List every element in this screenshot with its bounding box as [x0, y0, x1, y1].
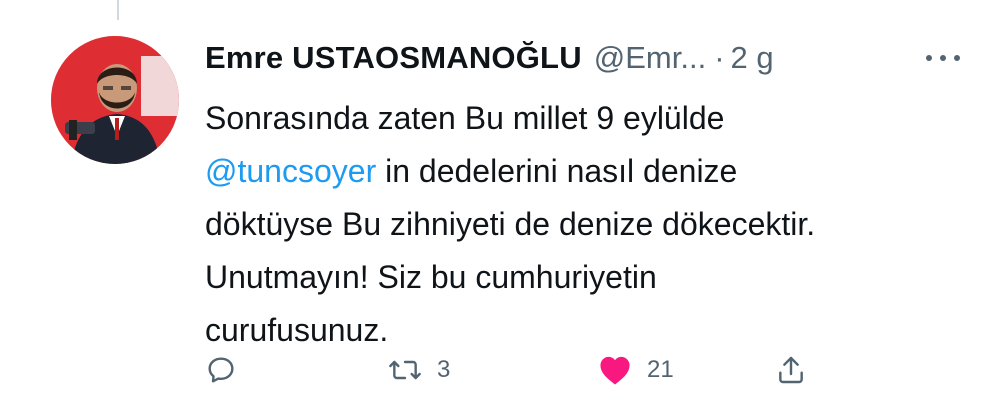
like-count: 21 [647, 356, 674, 383]
timestamp[interactable]: 2 g [731, 40, 774, 76]
thread-connector-line [117, 0, 119, 20]
more-dot-icon [954, 55, 960, 61]
tweet-actions: 3 21 [205, 350, 825, 390]
share-icon [779, 356, 803, 384]
more-dot-icon [926, 55, 932, 61]
heart-filled-icon [600, 356, 630, 385]
like-button[interactable]: 21 [597, 350, 674, 390]
tweet-text-line: Unutmayın! Siz bu cumhuriyetin [205, 259, 657, 295]
tweet-header: Emre USTAOSMANOĞLU @Emr... · 2 g [205, 38, 960, 78]
more-dot-icon [940, 55, 946, 61]
tweet-text-line: döktüyse Bu zihniyeti de denize dökecekt… [205, 206, 816, 242]
tweet-text-segment: Sonrasında zaten Bu millet 9 eylülde [205, 100, 725, 136]
tweet-text: Sonrasında zaten Bu millet 9 eylülde @tu… [205, 92, 965, 357]
tweet-text-line: Sonrasında zaten Bu millet 9 eylülde [205, 92, 965, 145]
share-button[interactable] [775, 350, 807, 390]
avatar[interactable] [51, 36, 179, 164]
user-handle[interactable]: @Emr... [594, 40, 706, 76]
tweet-text-segment: in dedelerini nasıl denize [376, 153, 738, 189]
mention-link[interactable]: @tuncsoyer [205, 153, 376, 189]
reply-button[interactable] [205, 350, 237, 390]
display-name[interactable]: Emre USTAOSMANOĞLU [205, 40, 582, 76]
avatar-image [51, 36, 179, 164]
more-options-button[interactable] [926, 46, 960, 70]
reply-icon [208, 357, 234, 383]
tweet-text-line: @tuncsoyer in dedelerini nasıl denize [205, 145, 965, 198]
retweet-count: 3 [437, 356, 451, 383]
retweet-button[interactable]: 3 [387, 350, 450, 390]
retweet-icon [389, 360, 421, 380]
separator-dot: · [714, 40, 725, 75]
